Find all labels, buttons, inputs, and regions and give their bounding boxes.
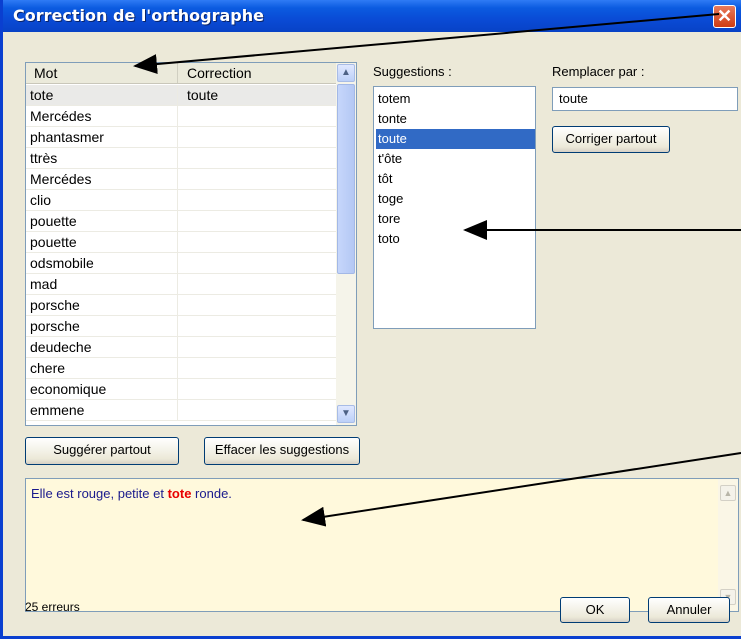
spellcheck-dialog: Correction de l'orthographe ✕ Mot Correc… (0, 0, 741, 639)
annotation-arrows (133, 13, 741, 527)
arrow-to-context (301, 452, 741, 527)
arrow-to-word-list (133, 13, 720, 75)
